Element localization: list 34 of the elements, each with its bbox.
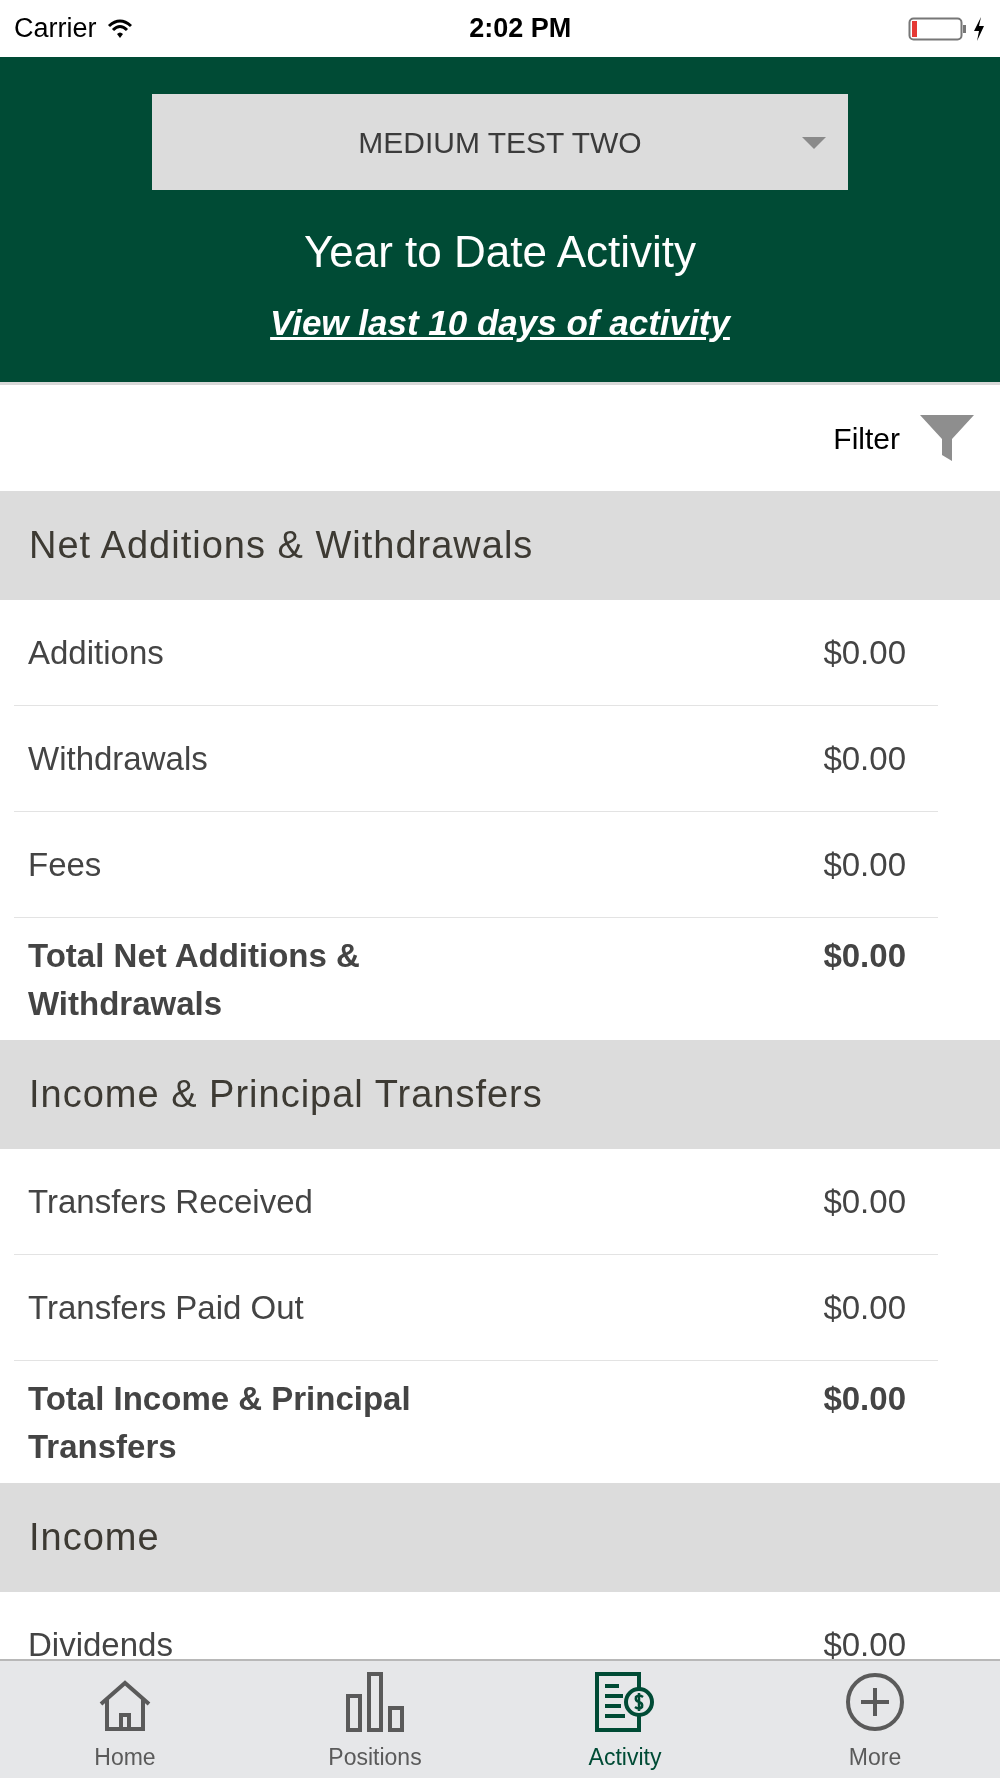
caret-icon <box>802 137 826 149</box>
tab-bar-item[interactable]: Positions <box>250 1661 500 1778</box>
row-label: Total Income & Principal Transfers <box>28 1379 412 1467</box>
page-title: Year to Date Activity <box>303 226 697 278</box>
row-label: Transfers Received <box>28 1181 313 1222</box>
row-label: Withdrawals <box>28 738 208 779</box>
row-amount: $0.00 <box>823 936 906 976</box>
row-label: Total Net Additions & Withdrawals <box>28 936 361 1024</box>
view-last-10-days-link[interactable]: View last 10 days of activity <box>270 300 730 346</box>
row-amount: $0.00 <box>823 738 906 779</box>
section-header: Income <box>0 1483 1000 1592</box>
wifi-icon <box>106 18 133 39</box>
carrier-label: Carrier <box>14 12 97 46</box>
status-time: 2:02 PM <box>469 12 572 46</box>
home-icon <box>97 1679 153 1732</box>
row-label: Additions <box>28 632 164 673</box>
section-header: Income & Principal Transfers <box>0 1040 1000 1149</box>
row-amount: $0.00 <box>823 844 906 885</box>
filter-icon[interactable] <box>920 415 974 461</box>
tab-bar-item[interactable]: Activity <box>500 1661 750 1778</box>
battery-icon <box>908 15 968 42</box>
row-amount: $0.00 <box>823 1379 906 1419</box>
account-dropdown[interactable]: MEDIUM TEST TWO <box>152 94 848 190</box>
row-amount: $0.00 <box>823 632 906 673</box>
row-label: Fees <box>28 844 102 885</box>
section-header: Net Additions & Withdrawals <box>0 491 1000 600</box>
statement-icon <box>595 1671 655 1732</box>
filter-button[interactable]: Filter <box>833 415 900 461</box>
plus-circle-icon <box>845 1671 905 1732</box>
row-amount: $0.00 <box>823 1181 906 1222</box>
charging-icon <box>972 15 986 42</box>
row-amount: $0.00 <box>823 1287 906 1328</box>
bar-chart-icon <box>345 1671 405 1732</box>
row-label: Transfers Paid Out <box>28 1287 304 1328</box>
